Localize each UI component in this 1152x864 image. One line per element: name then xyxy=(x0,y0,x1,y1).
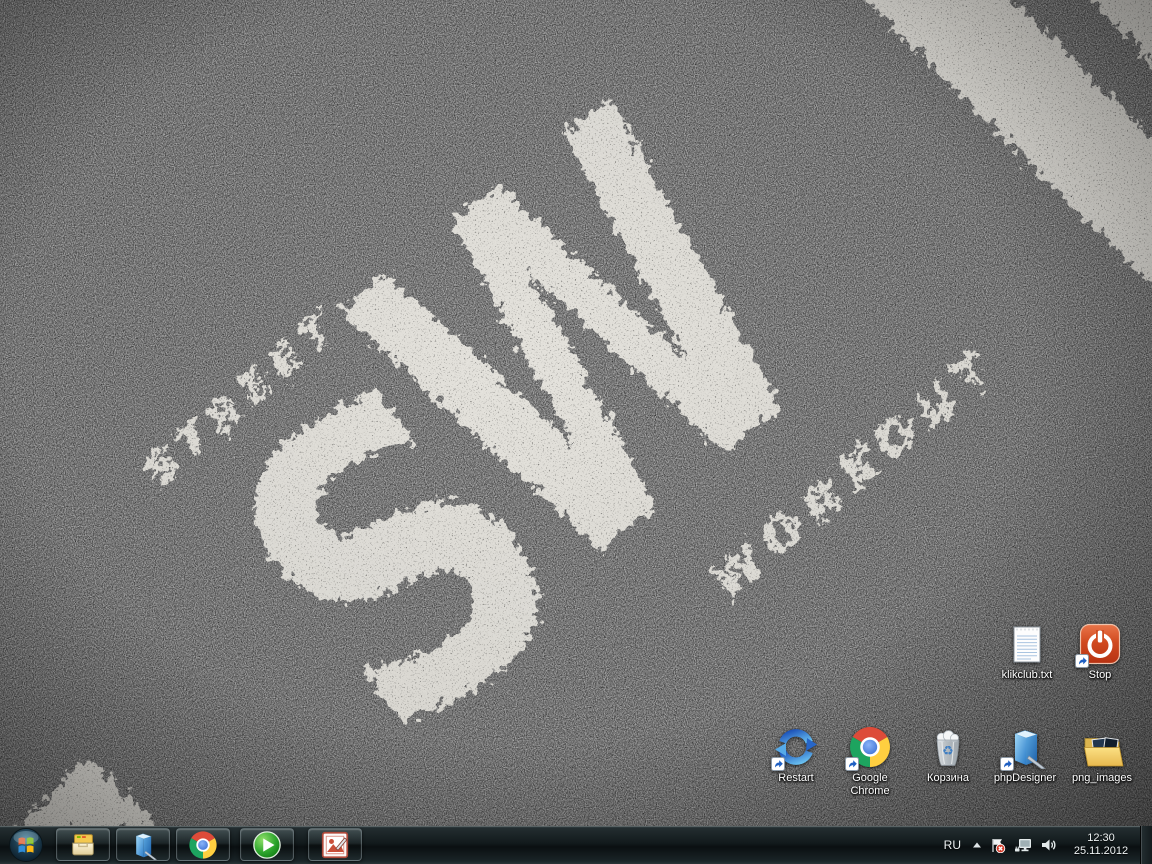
clock[interactable]: 12:30 25.11.2012 xyxy=(1065,832,1137,858)
phpdesigner-box-icon xyxy=(1003,725,1047,769)
flag-error-icon xyxy=(990,837,1006,853)
taskbar-button-chrome[interactable] xyxy=(176,828,230,861)
chrome-icon xyxy=(848,725,892,769)
network-icon[interactable] xyxy=(1014,837,1032,853)
recycle-bin-full-icon: ♻ xyxy=(926,725,970,769)
taskbar: RU xyxy=(0,826,1152,864)
phpdesigner-box-icon xyxy=(128,830,158,860)
taskbar-button-explorer[interactable] xyxy=(56,828,110,861)
shortcut-arrow-icon xyxy=(845,757,859,771)
desktop-icon-label: phpDesigner xyxy=(994,772,1056,785)
start-orb-icon xyxy=(8,827,44,863)
taskbar-button-picture-manager[interactable] xyxy=(308,828,362,861)
desktop-icon-klikclub-txt[interactable]: klikclub.txt xyxy=(989,622,1065,682)
show-desktop-button[interactable] xyxy=(1140,826,1152,864)
desktop: S W STREET WORKOUT klikclub.txt xyxy=(0,0,1152,864)
volume-icon[interactable] xyxy=(1040,837,1057,853)
clock-date: 25.11.2012 xyxy=(1065,845,1137,858)
svg-text:♻: ♻ xyxy=(942,744,954,759)
desktop-icon-stop[interactable]: Stop xyxy=(1062,622,1138,682)
chevron-up-icon xyxy=(972,841,982,849)
desktop-icon-label: klikclub.txt xyxy=(1002,669,1053,682)
desktop-icon-label: Stop xyxy=(1089,669,1112,682)
shortcut-arrow-icon xyxy=(1075,654,1089,668)
system-tray: RU xyxy=(941,826,1137,864)
desktop-icon-recycle-bin[interactable]: ♻ Корзина xyxy=(910,725,986,785)
shortcut-arrow-icon xyxy=(771,757,785,771)
taskbar-button-media-player[interactable] xyxy=(240,828,294,861)
chrome-icon xyxy=(188,830,218,860)
start-button[interactable] xyxy=(3,827,49,863)
action-center-icon[interactable] xyxy=(990,837,1006,853)
desktop-icon-label: Restart xyxy=(778,772,813,785)
desktop-icon-google-chrome[interactable]: Google Chrome xyxy=(832,725,908,798)
desktop-icon-label: Google Chrome xyxy=(832,772,908,798)
restart-arrows-icon xyxy=(774,725,818,769)
open-folder-images-icon xyxy=(1080,725,1124,769)
clock-time: 12:30 xyxy=(1065,832,1137,845)
desktop-icon-restart[interactable]: Restart xyxy=(758,725,834,785)
desktop-icon-phpdesigner[interactable]: phpDesigner xyxy=(987,725,1063,785)
picture-manager-icon xyxy=(321,831,349,859)
show-hidden-icons-button[interactable] xyxy=(972,841,982,849)
green-play-media-icon xyxy=(252,830,282,860)
power-stop-icon xyxy=(1078,622,1122,666)
taskbar-button-phpdesigner[interactable] xyxy=(116,828,170,861)
desktop-icon-png-images[interactable]: png_images xyxy=(1064,725,1140,785)
text-file-icon xyxy=(1005,622,1049,666)
desktop-icon-label: Корзина xyxy=(927,772,969,785)
desktop-icon-label: png_images xyxy=(1072,772,1132,785)
windows-explorer-icon xyxy=(68,830,98,860)
language-indicator[interactable]: RU xyxy=(941,836,964,854)
shortcut-arrow-icon xyxy=(1000,757,1014,771)
